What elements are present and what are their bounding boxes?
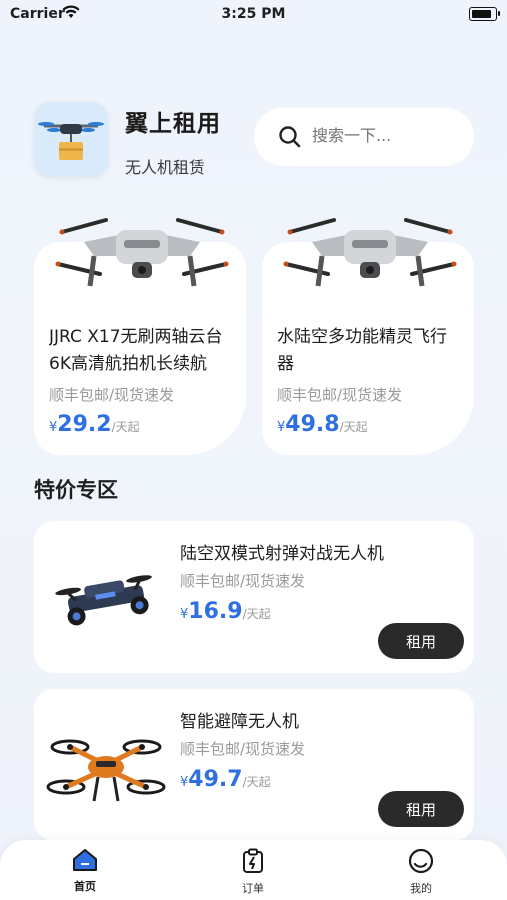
tab-label: 我的 <box>410 882 432 895</box>
app-subtitle: 无人机租赁 <box>125 158 206 177</box>
product-price: ¥16.9/天起 <box>180 599 271 624</box>
tab-label: 订单 <box>242 882 264 895</box>
price-unit: /天起 <box>242 775 271 789</box>
product-name: 陆空双模式射弹对战无人机 <box>180 544 384 564</box>
price-amount: 49.8 <box>285 412 340 437</box>
shipping-tag: 顺丰包邮/现货速发 <box>277 386 403 404</box>
featured-product-card[interactable]: JJRC X17无刷两轴云台6K高清航拍机长续航GPS 顺丰包邮/现货速发 ¥2… <box>34 218 246 455</box>
deal-product-card[interactable]: 陆空双模式射弹对战无人机 顺丰包邮/现货速发 ¥16.9/天起 租用 <box>34 521 474 673</box>
battery-icon <box>469 7 500 21</box>
shipping-tag: 顺丰包邮/现货速发 <box>180 740 306 758</box>
search-icon <box>279 126 301 148</box>
app-title: 翼上租用 <box>125 111 221 137</box>
search-bar[interactable] <box>254 108 474 166</box>
drone-image <box>283 218 457 287</box>
deal-product-card[interactable]: 智能避障无人机 顺丰包邮/现货速发 ¥49.7/天起 租用 <box>34 689 474 841</box>
product-price: ¥49.8/天起 <box>277 412 368 437</box>
clock: 3:25 PM <box>221 6 286 22</box>
home-icon <box>73 849 97 871</box>
order-icon <box>243 848 263 873</box>
drone-image <box>55 575 152 626</box>
rent-button[interactable]: 租用 <box>378 623 464 659</box>
app-logo <box>34 102 108 176</box>
tab-label: 首页 <box>74 880 96 893</box>
product-name: 水陆空多功能精灵飞行器 <box>277 327 447 374</box>
price-unit: /天起 <box>242 607 271 621</box>
product-price: ¥29.2/天起 <box>49 412 140 437</box>
product-price: ¥49.7/天起 <box>180 767 271 792</box>
drone-image <box>46 739 166 802</box>
featured-product-card[interactable]: 水陆空多功能精灵飞行器 顺丰包邮/现货速发 ¥49.8/天起 <box>262 218 474 455</box>
tab-bar: 首页 订单 我的 <box>0 840 507 900</box>
tab-profile[interactable]: 我的 <box>381 848 461 896</box>
rent-button[interactable]: 租用 <box>378 791 464 827</box>
price-amount: 49.7 <box>188 767 243 792</box>
product-name: 智能避障无人机 <box>180 712 299 732</box>
product-name: JJRC X17无刷两轴云台6K高清航拍机长续航GPS <box>49 327 223 374</box>
status-bar: Carrier 3:25 PM <box>0 0 507 30</box>
price-unit: /天起 <box>339 420 368 434</box>
tab-home[interactable]: 首页 <box>45 848 125 894</box>
profile-icon <box>408 848 434 874</box>
shipping-tag: 顺丰包邮/现货速发 <box>180 572 306 590</box>
tab-orders[interactable]: 订单 <box>213 848 293 896</box>
price-amount: 29.2 <box>57 412 112 437</box>
search-input[interactable] <box>312 126 462 145</box>
shipping-tag: 顺丰包邮/现货速发 <box>49 386 175 404</box>
price-amount: 16.9 <box>188 599 243 624</box>
drone-image <box>55 218 229 287</box>
price-unit: /天起 <box>111 420 140 434</box>
section-title: 特价专区 <box>34 478 118 502</box>
